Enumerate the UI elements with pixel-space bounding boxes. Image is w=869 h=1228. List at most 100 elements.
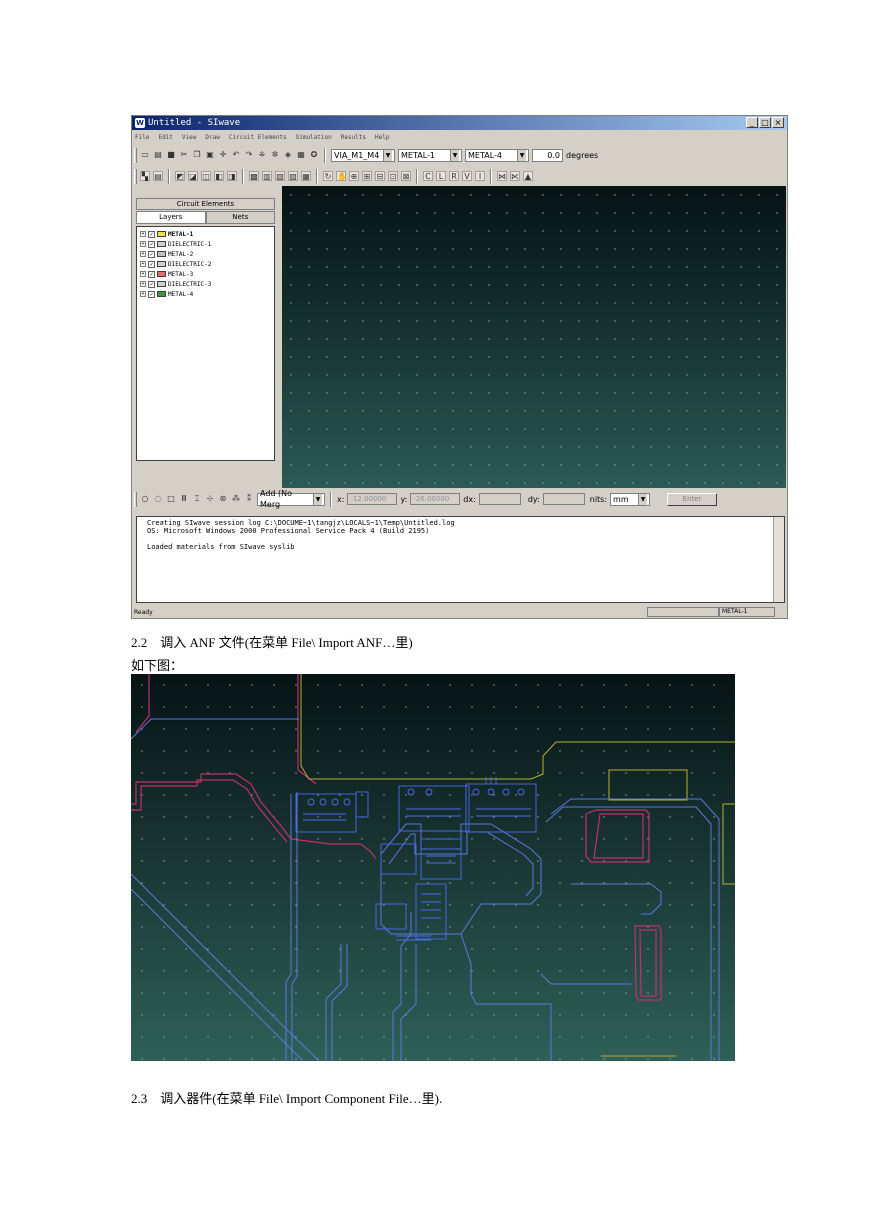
menu-simulation[interactable]: Simulation — [296, 134, 332, 141]
resistor-icon[interactable]: R — [449, 171, 459, 181]
menu-results[interactable]: Results — [341, 134, 366, 141]
grid-icon[interactable]: ▦ — [296, 150, 306, 160]
visible-checkbox[interactable]: ✓ — [148, 280, 155, 288]
expand-icon[interactable]: + — [140, 251, 146, 257]
move-icon[interactable]: ✛ — [218, 150, 228, 160]
paste-icon[interactable]: ▣ — [205, 150, 215, 160]
angle-input[interactable]: 0.0 — [532, 148, 563, 162]
save-icon[interactable]: ■ — [166, 150, 176, 160]
visible-checkbox[interactable]: ✓ — [148, 240, 155, 248]
visible-checkbox[interactable]: ✓ — [148, 290, 155, 298]
view-3d-icon[interactable]: ▩ — [249, 171, 259, 181]
view-chart-icon[interactable]: ▨ — [288, 171, 298, 181]
chevron-down-icon[interactable]: ▼ — [383, 149, 392, 161]
chevron-down-icon[interactable]: ▼ — [638, 493, 648, 505]
undo-icon[interactable]: ↶ — [231, 150, 241, 160]
minimize-button[interactable]: _ — [746, 117, 758, 128]
enter-button[interactable]: Enter — [667, 492, 718, 506]
zoom-fit-icon[interactable]: ⊡ — [388, 171, 398, 181]
view-color-icon[interactable]: ▦ — [301, 171, 311, 181]
expand-icon[interactable]: + — [140, 261, 146, 267]
select-pins-icon[interactable]: Ⅲ — [179, 494, 189, 504]
expand-icon[interactable]: + — [140, 291, 146, 297]
chevron-down-icon[interactable]: ▼ — [517, 149, 526, 161]
port-icon[interactable]: ⋈ — [497, 171, 507, 181]
chevron-down-icon[interactable]: ▼ — [450, 149, 459, 161]
visible-checkbox[interactable]: ✓ — [148, 270, 155, 278]
close-button[interactable]: × — [772, 117, 784, 128]
toolbar-grip[interactable] — [134, 491, 137, 507]
layer-row[interactable]: + ✓ METAL-2 — [140, 249, 271, 259]
menu-view[interactable]: View — [182, 134, 196, 141]
layer-row[interactable]: + ✓ METAL-4 — [140, 289, 271, 299]
layout-canvas[interactable] — [282, 186, 786, 488]
component-icon[interactable]: ◈ — [283, 150, 293, 160]
menu-circuit-elements[interactable]: Circuit Elements — [229, 134, 287, 141]
layer-view-icon[interactable]: ▚ — [140, 171, 150, 181]
via-select[interactable]: VIA_M1_M4 ▼ — [331, 148, 395, 162]
simulate-icon[interactable]: ▲ — [523, 171, 533, 181]
new-file-icon[interactable]: ▭ — [140, 150, 150, 160]
menu-help[interactable]: Help — [375, 134, 389, 141]
view-nets-icon[interactable]: ▧ — [275, 171, 285, 181]
open-folder-icon[interactable]: ▤ — [153, 150, 163, 160]
select-poly-icon[interactable]: ◌ — [153, 494, 163, 504]
layer-row[interactable]: + ✓ DIELECTRIC-1 — [140, 239, 271, 249]
expand-icon[interactable]: + — [140, 241, 146, 247]
inductor-icon[interactable]: L — [436, 171, 446, 181]
merge-icon[interactable]: ⊛ — [218, 494, 228, 504]
rotate-icon[interactable]: ↻ — [323, 171, 333, 181]
settings-icon[interactable]: ✲ — [270, 150, 280, 160]
net-list-icon[interactable]: ⁑ — [244, 494, 254, 504]
layer-row[interactable]: + ✓ METAL-1 — [140, 229, 271, 239]
cut-icon[interactable]: ✂ — [179, 150, 189, 160]
end-layer-select[interactable]: METAL-4 ▼ — [465, 148, 529, 162]
expand-icon[interactable]: + — [140, 271, 146, 277]
net-icon[interactable]: ⁂ — [231, 494, 241, 504]
start-layer-select[interactable]: METAL-1 ▼ — [398, 148, 462, 162]
log-scrollbar[interactable] — [773, 517, 784, 602]
zoom-out-icon[interactable]: ⊟ — [375, 171, 385, 181]
probe-icon[interactable]: ⋉ — [510, 171, 520, 181]
tab-nets[interactable]: Nets — [205, 211, 275, 224]
properties-icon[interactable]: ▤ — [153, 171, 163, 181]
current-source-icon[interactable]: I — [475, 171, 485, 181]
draw-trace-icon[interactable]: ◪ — [188, 171, 198, 181]
zoom-prev-icon[interactable]: ⊠ — [401, 171, 411, 181]
units-select[interactable]: mm ▼ — [610, 492, 651, 506]
snap-icon[interactable]: ⁜ — [257, 150, 267, 160]
capacitor-icon[interactable]: C — [423, 171, 433, 181]
maximize-button[interactable]: □ — [759, 117, 771, 128]
toolbar-grip[interactable] — [134, 168, 137, 184]
add-pin-icon[interactable]: ⊹ — [205, 494, 215, 504]
x-coordinate-field[interactable]: -12.00000 — [347, 493, 398, 505]
menu-draw[interactable]: Draw — [205, 134, 219, 141]
select-circle-icon[interactable]: ○ — [140, 494, 150, 504]
voltage-source-icon[interactable]: V — [462, 171, 472, 181]
expand-icon[interactable]: + — [140, 231, 146, 237]
select-rect-icon[interactable]: □ — [166, 494, 176, 504]
draw-via-icon[interactable]: ◨ — [227, 171, 237, 181]
layer-row[interactable]: + ✓ DIELECTRIC-2 — [140, 259, 271, 269]
expand-icon[interactable]: + — [140, 281, 146, 287]
dy-field[interactable] — [542, 493, 585, 505]
menu-file[interactable]: File — [135, 134, 149, 141]
dx-field[interactable] — [478, 493, 521, 505]
chevron-down-icon[interactable]: ▼ — [313, 493, 322, 505]
layer-row[interactable]: + ✓ METAL-3 — [140, 269, 271, 279]
view-layers-icon[interactable]: ▥ — [262, 171, 272, 181]
visible-checkbox[interactable]: ✓ — [148, 250, 155, 258]
circuit-elements-tab[interactable]: Circuit Elements — [136, 198, 275, 210]
layer-row[interactable]: + ✓ DIELECTRIC-3 — [140, 279, 271, 289]
merge-mode-select[interactable]: Add (No Merg ▼ — [257, 489, 325, 509]
draw-rect-icon[interactable]: ◧ — [214, 171, 224, 181]
select-bracket-icon[interactable]: ⌶ — [192, 494, 202, 504]
tab-layers[interactable]: Layers — [136, 211, 206, 224]
toolbar-grip[interactable] — [134, 147, 137, 163]
zoom-icon[interactable]: ⊕ — [349, 171, 359, 181]
draw-polygon-icon[interactable]: ◩ — [175, 171, 185, 181]
copy-icon[interactable]: ❐ — [192, 150, 202, 160]
visible-checkbox[interactable]: ✓ — [148, 260, 155, 268]
zoom-in-icon[interactable]: ⊞ — [362, 171, 372, 181]
draw-circle-icon[interactable]: ◫ — [201, 171, 211, 181]
